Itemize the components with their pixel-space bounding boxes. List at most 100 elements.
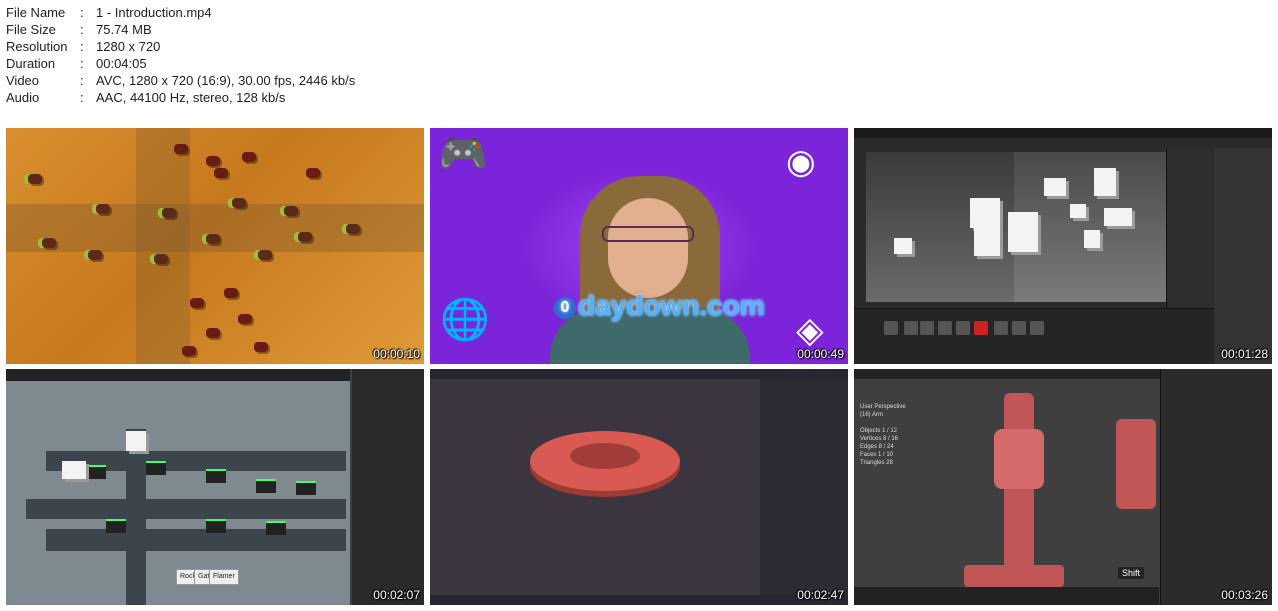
file-info-colon: : [80, 73, 84, 88]
cube [1008, 212, 1038, 252]
machine-node [266, 521, 286, 535]
turret-unit [154, 254, 168, 264]
cube [1044, 178, 1066, 196]
enemy-unit [190, 298, 204, 308]
file-info-row: File Size:75.74 MB [6, 21, 355, 38]
file-info-row: Video: AVC, 1280 x 720 (16:9), 30.00 fps,… [6, 72, 355, 89]
file-info-colon: : [80, 22, 84, 37]
file-info-label: Audio [6, 90, 40, 105]
enemy-unit [306, 168, 320, 178]
enemy-unit [254, 342, 268, 352]
flamer-button[interactable]: Flamer [209, 569, 239, 585]
file-info-colon: : [80, 39, 84, 54]
turret-unit [284, 206, 298, 216]
turret-unit [42, 238, 56, 248]
globe-icon: 🌐 [440, 298, 490, 342]
thumbnail-blender-turret[interactable]: User Perspective (16) Arm Objects 1 / 12… [854, 369, 1272, 605]
ground-path [136, 128, 190, 364]
enemy-unit [224, 288, 238, 298]
timestamp: 00:02:07 [373, 588, 420, 602]
enemy-unit [206, 328, 220, 338]
turret-unit [346, 224, 360, 234]
editor-topbar [430, 369, 848, 379]
turret-secondary [1116, 419, 1156, 509]
turret-unit [88, 250, 102, 260]
editor-menubar [854, 128, 1272, 138]
file-info-value: AVC, 1280 x 720 (16:9), 30.00 fps, 2446 … [96, 73, 356, 88]
file-info-label: Duration [6, 56, 56, 71]
cube [974, 198, 1000, 256]
hierarchy-panel [352, 369, 424, 605]
thumbnail-blender-ring[interactable]: 00:02:47 [430, 369, 848, 605]
file-info-row: Audio: AAC, 44100 Hz, stereo, 128 kb/s [6, 89, 355, 106]
brand-text: daydown.com [578, 290, 765, 321]
thumbnail-presenter[interactable]: 🎮 ◉ 🌐 ◈ 0 daydown.com 00:00:49 [430, 128, 848, 364]
asset-icon [904, 321, 918, 335]
key-hint: Shift [1118, 567, 1145, 579]
turret-unit [162, 208, 176, 218]
ground-path [6, 204, 424, 252]
conveyor-belt [46, 529, 346, 551]
machine-node [256, 479, 276, 493]
machine-node [146, 461, 166, 475]
turret-unit [298, 232, 312, 242]
file-info-label: File Size [6, 22, 56, 37]
file-info-colon: : [80, 90, 84, 105]
unity-logo-icon: ◈ [796, 309, 824, 350]
file-info-colon: : [80, 56, 84, 71]
file-info: File Name:1 - Introduction.mp4 File Size… [6, 4, 355, 106]
viewport-info: User Perspective (16) Arm Objects 1 / 12… [860, 404, 906, 466]
thumbnail-desert-battle[interactable]: 00:00:10 [6, 128, 424, 364]
outliner-panel [760, 379, 848, 605]
timeline-bar [854, 587, 1159, 605]
inspector-panel [1214, 148, 1272, 364]
cube [1084, 230, 1100, 248]
machine-node [206, 469, 226, 483]
asset-icon [884, 321, 898, 335]
conveyor-belt [126, 429, 146, 605]
file-info-label: Video [6, 73, 40, 88]
cube [1104, 208, 1132, 226]
cube [1094, 168, 1116, 196]
enemy-unit [242, 152, 256, 162]
conveyor-belt [26, 499, 346, 519]
file-info-row: File Name:1 - Introduction.mp4 [6, 4, 355, 21]
timestamp: 00:01:28 [1221, 347, 1268, 361]
enemy-unit [206, 156, 220, 166]
file-info-value: AAC, 44100 Hz, stereo, 128 kb/s [96, 90, 286, 105]
machine-node [106, 519, 126, 533]
file-info-value: 75.74 MB [96, 22, 152, 37]
gamepad-icon: 🎮 [438, 132, 488, 176]
blender-logo-icon: ◉ [786, 143, 816, 181]
presenter-face [608, 198, 688, 298]
file-info-row: Duration:00:04:05 [6, 55, 355, 72]
file-info-row: Resolution:1280 x 720 [6, 38, 355, 55]
asset-icon [994, 321, 1008, 335]
enemy-unit [238, 314, 252, 324]
enemy-unit [174, 144, 188, 154]
enemy-unit [214, 168, 228, 178]
editor-toolbar [6, 369, 350, 381]
turret-unit [258, 250, 272, 260]
outliner-panel [1160, 369, 1272, 605]
asset-icon [956, 321, 970, 335]
asset-icon [938, 321, 952, 335]
file-info-value: 1 - Introduction.mp4 [96, 5, 212, 20]
enemy-unit [182, 346, 196, 356]
timestamp: 00:00:10 [373, 347, 420, 361]
editor-statusbar [430, 595, 848, 605]
timestamp: 00:00:49 [797, 347, 844, 361]
file-info-value: 00:04:05 [96, 56, 147, 71]
asset-icon [1012, 321, 1026, 335]
cube [62, 461, 86, 479]
thumbnail-factory-scene[interactable]: Rocket Gatling Flamer 00:02:07 [6, 369, 424, 605]
asset-icon [974, 321, 988, 335]
cube [1070, 204, 1086, 218]
turret-unit [232, 198, 246, 208]
turret-unit [96, 204, 110, 214]
machine-node [296, 481, 316, 495]
thumbnail-unity-editor[interactable]: 00:01:28 [854, 128, 1272, 364]
asset-icon [1030, 321, 1044, 335]
cube [894, 238, 912, 254]
turret-unit [28, 174, 42, 184]
